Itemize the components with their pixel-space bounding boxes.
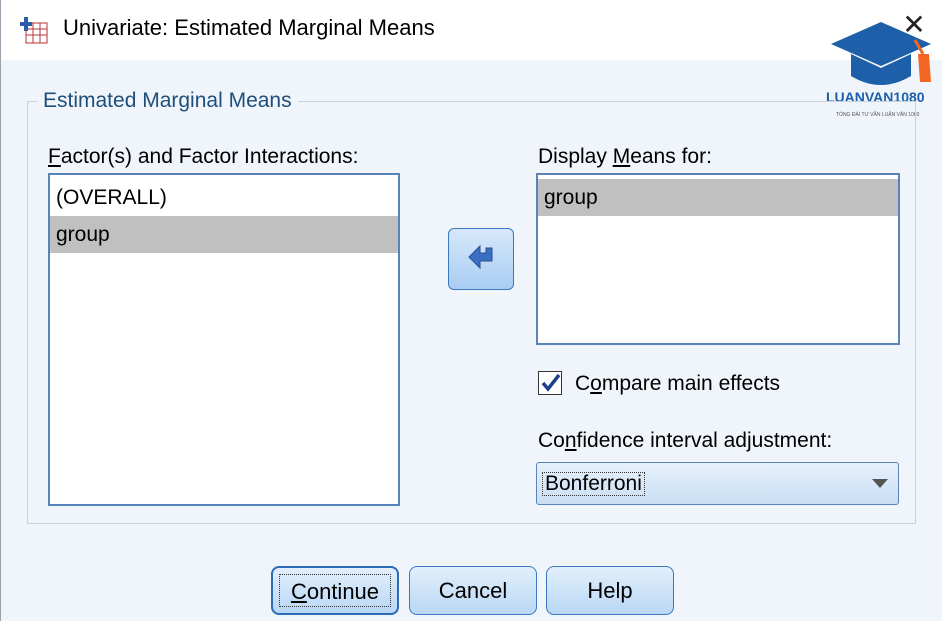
list-item[interactable]: group (538, 179, 898, 216)
help-button[interactable]: Help (546, 566, 674, 615)
list-item[interactable]: (OVERALL) (50, 179, 398, 216)
group-legend: Estimated Marginal Means (37, 89, 298, 113)
checkmark-icon (541, 373, 561, 392)
dialog-window: Univariate: Estimated Marginal Means ✕ L… (0, 0, 942, 621)
factors-label: Factor(s) and Factor Interactions: (48, 145, 359, 168)
cancel-button[interactable]: Cancel (409, 566, 537, 615)
window-title: Univariate: Estimated Marginal Means (63, 15, 435, 40)
focus-indicator (279, 574, 391, 607)
list-item[interactable]: group (50, 216, 398, 253)
compare-main-effects-label[interactable]: Compare main effects (575, 372, 780, 396)
display-means-listbox[interactable]: group (536, 173, 900, 345)
title-bar: Univariate: Estimated Marginal Means ✕ (1, 0, 942, 60)
spss-app-icon (17, 14, 49, 46)
continue-button[interactable]: Continue (271, 566, 399, 615)
move-button[interactable] (448, 228, 514, 290)
compare-main-effects-checkbox[interactable] (538, 371, 562, 395)
ci-adjustment-label: Confidence interval adjustment: (538, 429, 833, 452)
factors-listbox[interactable]: (OVERALL) group (48, 173, 400, 506)
chevron-down-icon (872, 479, 888, 488)
display-means-label: Display Means for: (538, 145, 712, 168)
arrow-left-icon (468, 244, 493, 270)
ci-adjustment-value: Bonferroni (542, 472, 645, 496)
ci-adjustment-select[interactable]: Bonferroni (536, 462, 899, 505)
